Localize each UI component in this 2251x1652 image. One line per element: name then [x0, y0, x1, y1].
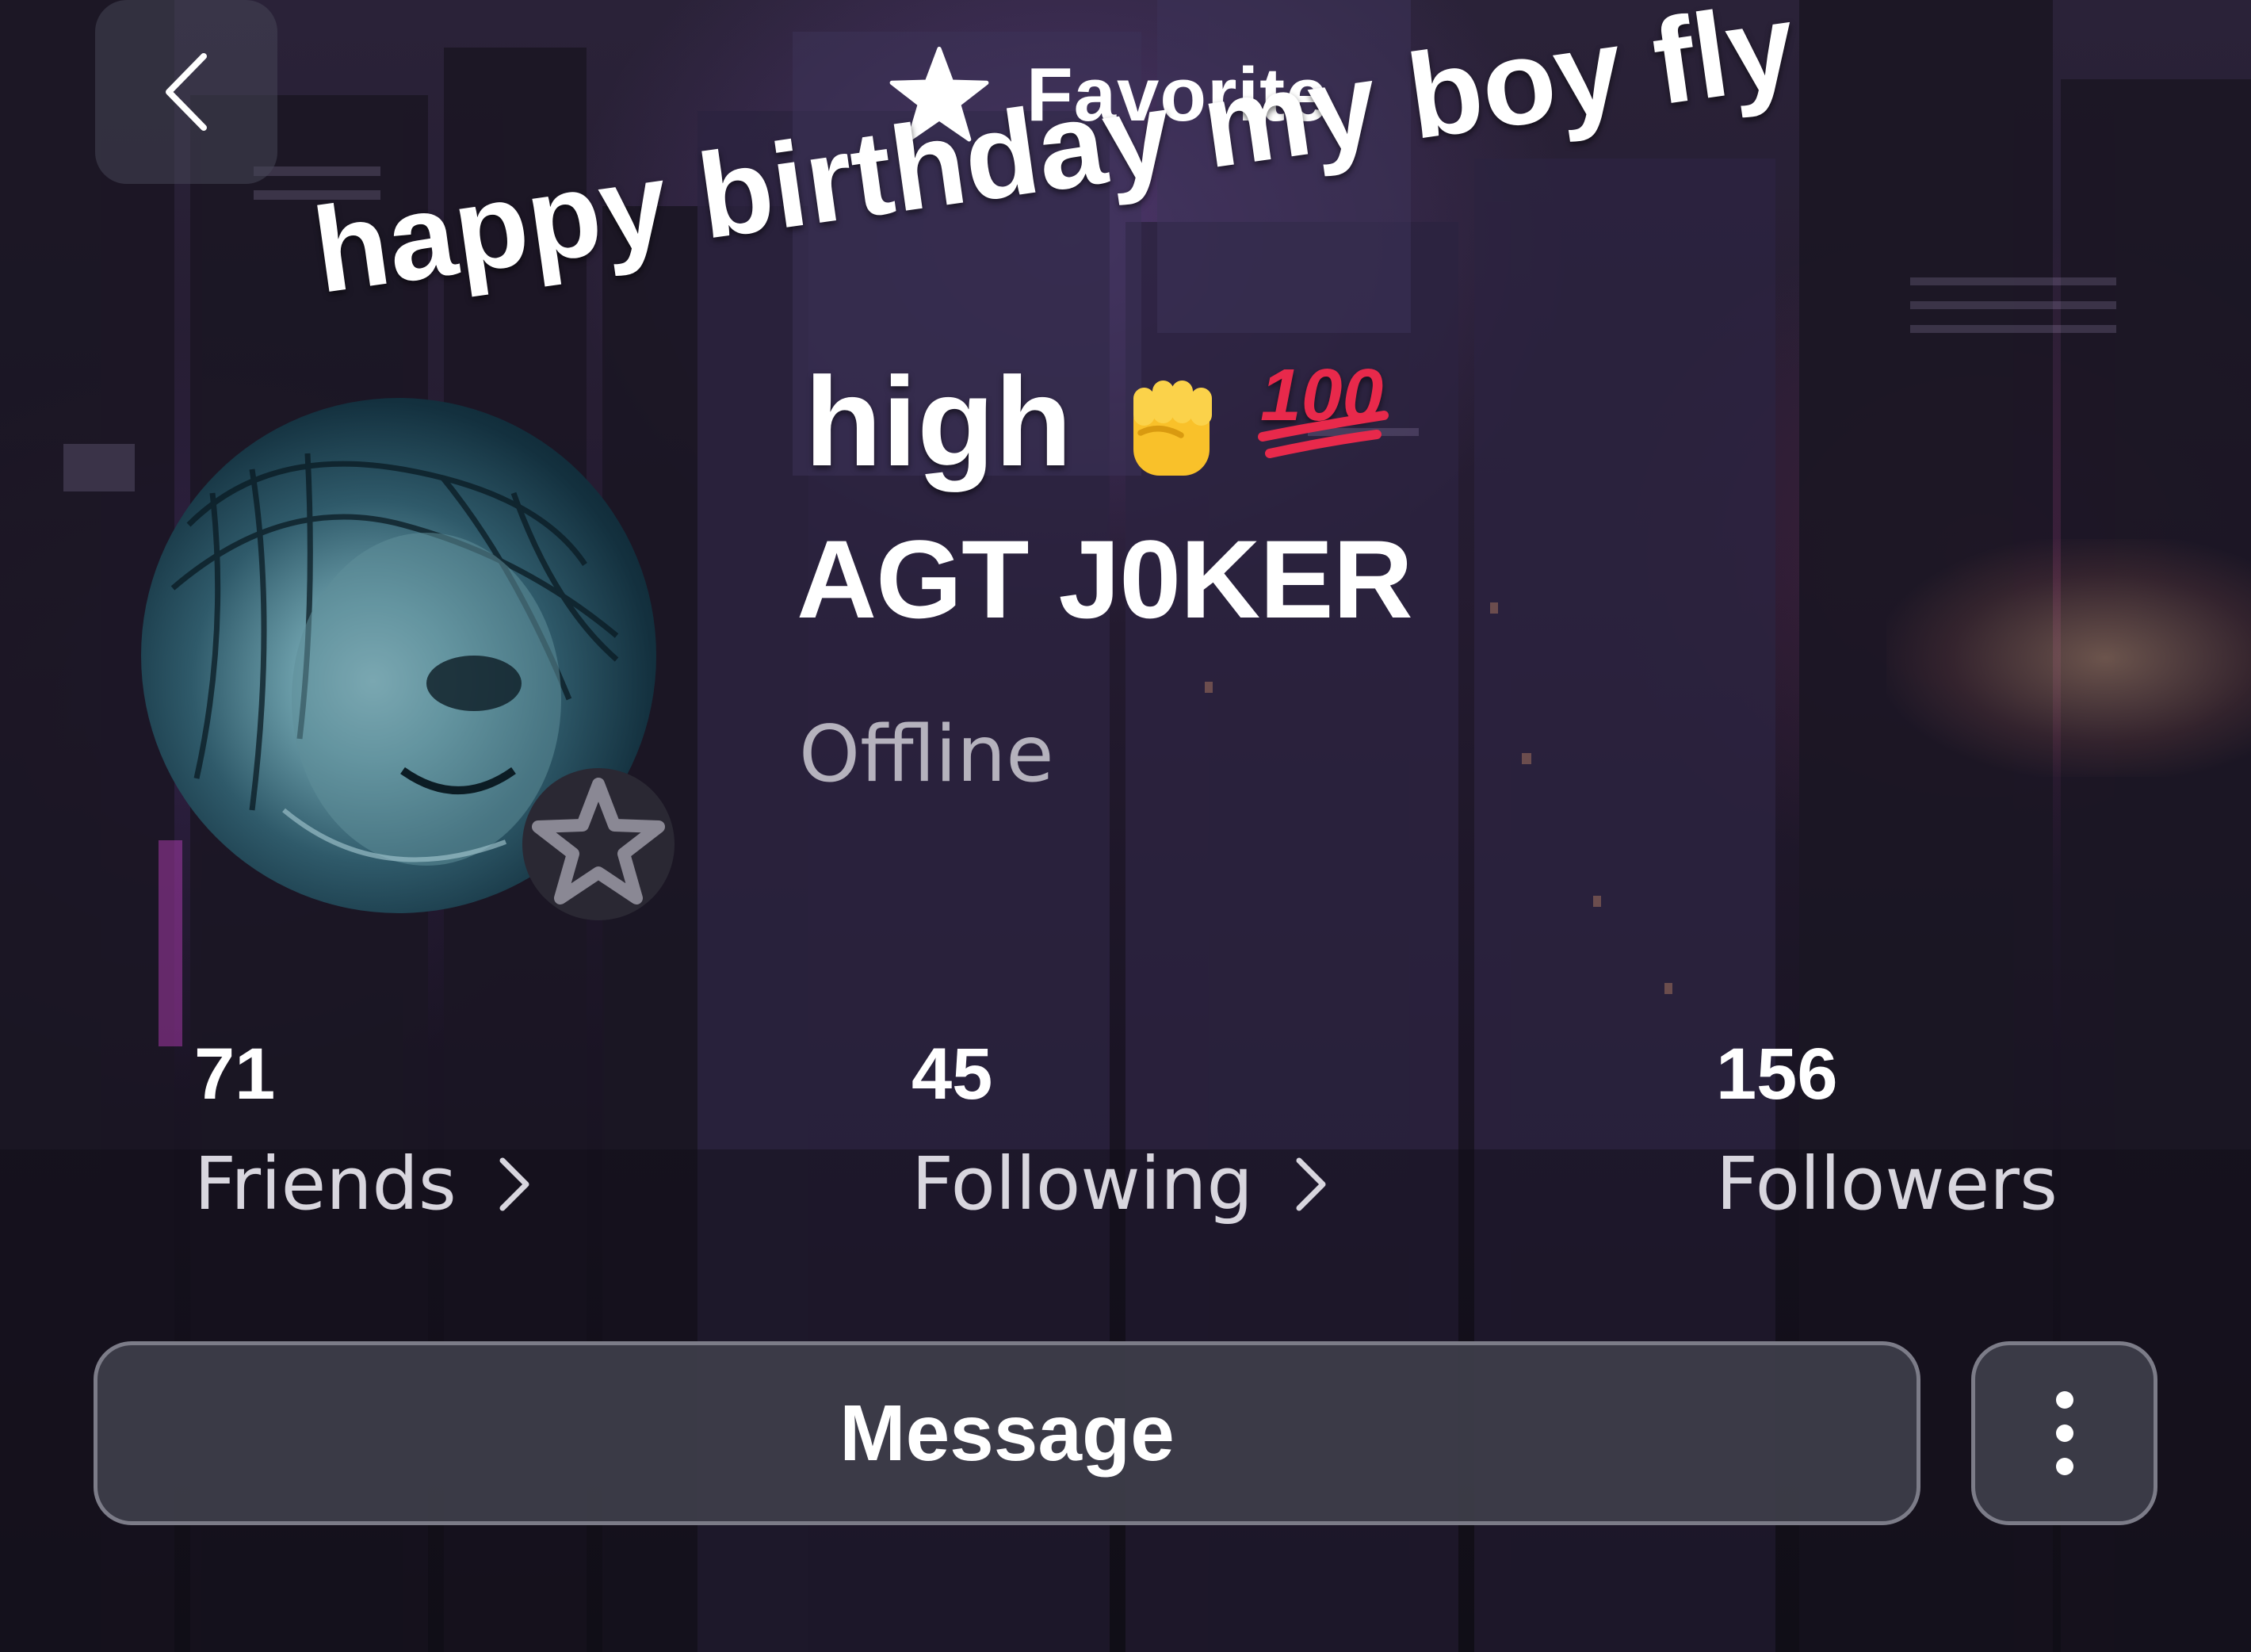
favorite-button[interactable]: Favorite	[888, 44, 1328, 147]
background-glow	[1886, 539, 2251, 777]
username: AGT J0KER	[797, 517, 1413, 641]
following-count: 45	[911, 1034, 993, 1115]
chevron-right-icon	[499, 1157, 529, 1210]
profile-screen: Favorite happy birthday my boy fly high …	[0, 0, 2251, 1652]
status-text: Offline	[799, 709, 1054, 800]
chevron-right-icon	[1296, 1157, 1326, 1210]
star-outline-icon	[522, 768, 675, 920]
followers-label-row: Followers	[1716, 1141, 2058, 1226]
stat-following[interactable]: 45 Following	[911, 1031, 1331, 1226]
following-label: Following	[911, 1141, 1253, 1226]
back-button[interactable]	[95, 0, 277, 184]
following-label-row: Following	[911, 1141, 1331, 1226]
favorite-badge[interactable]	[519, 765, 678, 924]
followers-label: Followers	[1716, 1141, 2058, 1226]
stat-followers[interactable]: 156 Followers	[1716, 1031, 2058, 1226]
message-button[interactable]: Message	[94, 1341, 1920, 1525]
star-filled-icon	[889, 46, 989, 142]
followers-count: 156	[1716, 1034, 1838, 1115]
more-options-button[interactable]	[1971, 1341, 2157, 1525]
favorite-label: Favorite	[1026, 52, 1329, 137]
friends-label: Friends	[194, 1141, 457, 1226]
friends-label-row: Friends	[194, 1141, 534, 1226]
more-vertical-icon	[2055, 1391, 2073, 1475]
friends-count: 71	[194, 1034, 276, 1115]
stat-friends[interactable]: 71 Friends	[194, 1031, 534, 1226]
chevron-left-icon	[166, 53, 207, 131]
